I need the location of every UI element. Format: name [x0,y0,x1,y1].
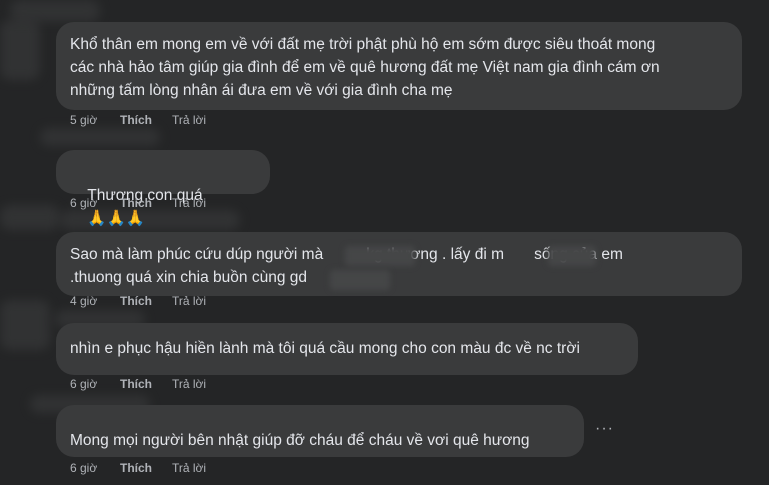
comment-time[interactable]: 6 giờ [70,461,120,475]
like-button[interactable]: Thích [120,113,172,127]
blurred-avatar [0,205,60,230]
comment-bubble: Khổ thân em mong em về với đất mẹ trời p… [56,22,742,110]
comment-actions: 6 giờ Thích Trả lời [70,377,206,391]
like-button[interactable]: Thích [120,377,172,391]
blurred-author-name [40,128,160,146]
like-button[interactable]: Thích [120,294,172,308]
blurred-avatar [0,20,40,80]
comment-text: những tấm lòng nhân ái đưa em về với gia… [70,82,453,99]
like-button[interactable]: Thích [120,196,172,210]
praying-hands-icon: 🙏🙏🙏 [87,210,146,227]
redacted-text [548,246,596,266]
comment-actions: 6 giờ Thích Trả lời [70,196,206,210]
reply-button[interactable]: Trả lời [172,377,206,391]
comment-actions: 6 giờ Thích Trả lời [70,461,206,475]
comment-bubble: Mong mọi người bên nhật giúp đỡ cháu để … [56,405,584,457]
redacted-text [345,246,415,266]
comment-bubble: Thương con quá 🙏🙏🙏 [56,150,270,227]
comment-bubble: nhìn e phục hậu hiền lành mà tôi quá cầu… [56,323,638,375]
comment-time[interactable]: 4 giờ [70,294,120,308]
comment-time[interactable]: 5 giờ [70,113,120,127]
comment-actions: 5 giờ Thích Trả lời [70,113,206,127]
like-button[interactable]: Thích [120,461,172,475]
comment-text: các nhà hảo tâm giúp gia đình để em về q… [70,59,660,76]
comment-time[interactable]: 6 giờ [70,377,120,391]
comment-time[interactable]: 6 giờ [70,196,120,210]
comment-text: Mong mọi người bên nhật giúp đỡ cháu để … [70,432,530,449]
blurred-avatar [0,300,50,350]
reply-button[interactable]: Trả lời [172,113,206,127]
comment-text: Khổ thân em mong em về với đất mẹ trời p… [70,36,656,53]
more-options-icon[interactable]: ··· [595,420,614,438]
comment-text: nhìn e phục hậu hiền lành mà tôi quá cầu… [70,340,580,357]
redacted-text [330,270,390,290]
reply-button[interactable]: Trả lời [172,196,206,210]
comment-text: .thuong quá xin chia buồn cùng gd [70,269,307,286]
blurred-author-name [10,0,100,22]
reply-button[interactable]: Trả lời [172,294,206,308]
comment-actions: 4 giờ Thích Trả lời [70,294,206,308]
reply-button[interactable]: Trả lời [172,461,206,475]
